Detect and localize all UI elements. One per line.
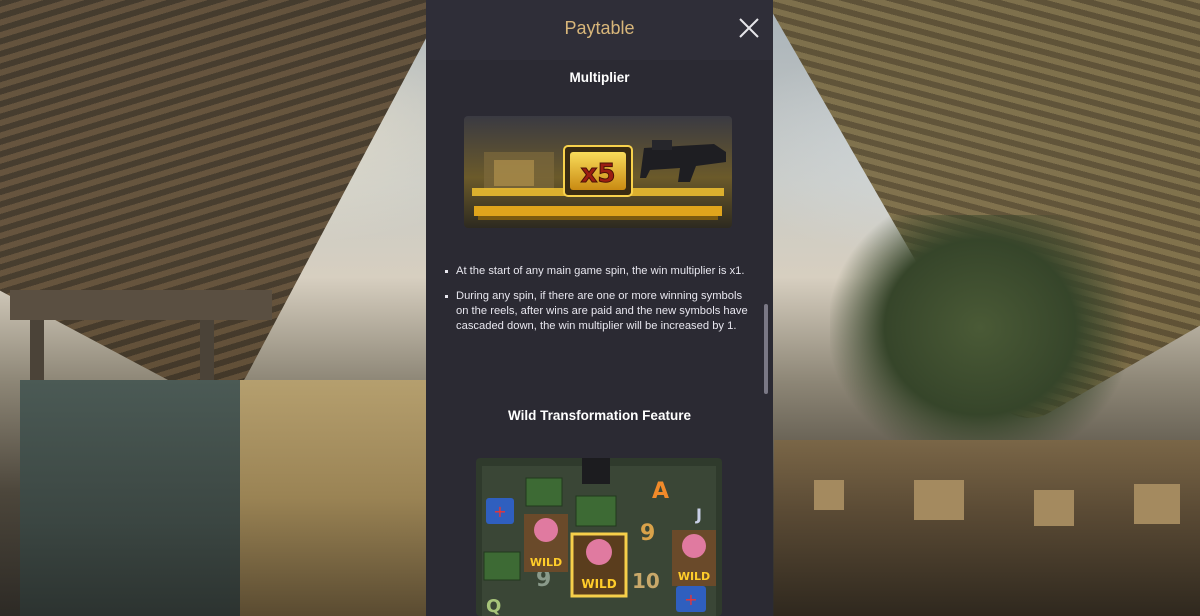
multiplier-badge: x5 bbox=[581, 159, 616, 189]
paytable-header: Paytable bbox=[426, 0, 773, 60]
paytable-panel: Paytable Multiplier x5 At the start of a… bbox=[426, 0, 773, 616]
wild-symbol-left: WILD bbox=[524, 514, 568, 572]
svg-text:WILD: WILD bbox=[530, 556, 562, 569]
scrollbar-thumb[interactable] bbox=[764, 304, 768, 394]
svg-text:WILD: WILD bbox=[581, 577, 616, 591]
multiplier-illustration: x5 bbox=[464, 116, 732, 228]
list-item: During any spin, if there are one or mor… bbox=[444, 289, 756, 334]
paytable-title: Paytable bbox=[564, 18, 635, 38]
svg-text:+: + bbox=[493, 502, 506, 521]
svg-text:10: 10 bbox=[632, 569, 660, 593]
paytable-content[interactable]: Multiplier x5 At the start of any main g… bbox=[426, 60, 773, 616]
svg-text:J: J bbox=[695, 505, 702, 524]
multiplier-title: Multiplier bbox=[569, 70, 630, 85]
wild-symbol-center: WILD bbox=[570, 532, 628, 598]
multiplier-rule-1: At the start of any main game spin, the … bbox=[456, 265, 745, 277]
svg-text:A: A bbox=[652, 479, 669, 504]
wall-left bbox=[240, 380, 426, 616]
list-item: At the start of any main game spin, the … bbox=[444, 264, 756, 279]
svg-text:WILD: WILD bbox=[678, 570, 710, 583]
multiplier-rule-2: During any spin, if there are one or mor… bbox=[456, 290, 748, 332]
multiplier-rules: At the start of any main game spin, the … bbox=[444, 264, 756, 344]
close-icon[interactable] bbox=[737, 16, 761, 40]
houses-right bbox=[774, 440, 1200, 616]
svg-text:Q: Q bbox=[486, 596, 501, 616]
svg-text:+: + bbox=[684, 590, 697, 609]
tree bbox=[830, 215, 1130, 465]
svg-text:9: 9 bbox=[640, 521, 655, 546]
wild-symbol-right: WILD bbox=[672, 530, 716, 586]
wild-transformation-illustration: A J Q 9 9 10 + + WILD WILD WILD bbox=[476, 458, 722, 616]
wild-feature-title: Wild Transformation Feature bbox=[508, 408, 691, 423]
